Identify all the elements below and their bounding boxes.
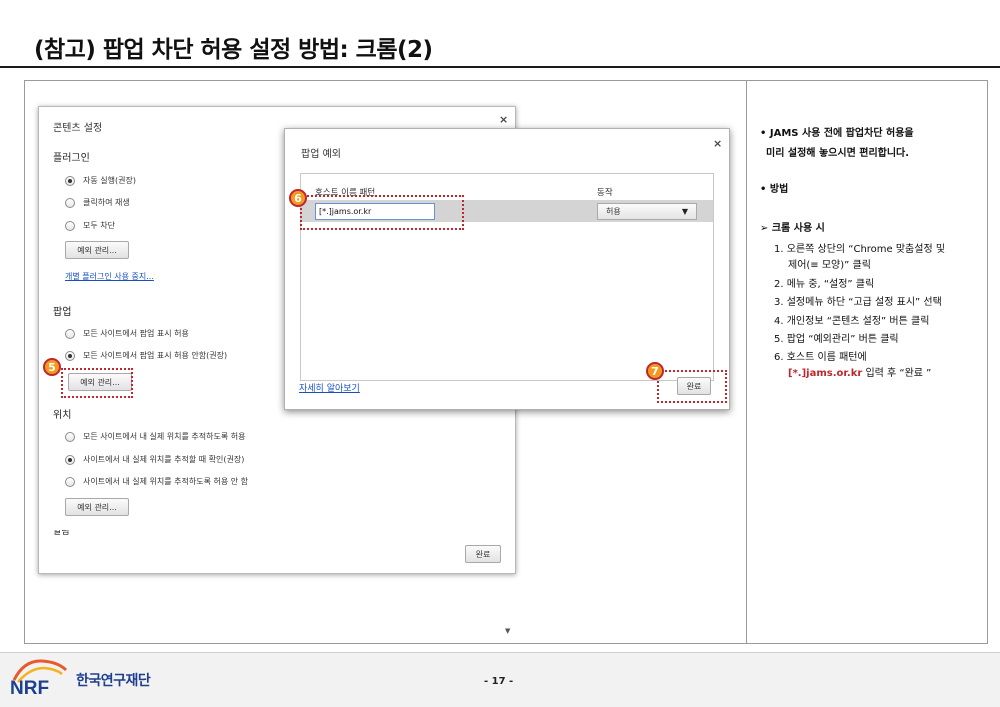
action-select[interactable]: 허용 ▼ [597, 203, 697, 220]
step-1-line-1: 1. 오른쪽 상단의 “Chrome 맞춤설정 및 [774, 244, 946, 255]
plugins-option-auto[interactable]: 자동 실행(권장) [65, 175, 136, 186]
highlight-host-pattern [300, 195, 464, 230]
disable-plugins-link[interactable]: 개별 플러그인 사용 중지... [65, 271, 154, 282]
popups-option-block-recommended[interactable]: 모든 사이트에서 팝업 표시 허용 안함(권장) [65, 350, 227, 361]
marker-badge-5: 5 [43, 358, 61, 376]
dropdown-arrow-icon: ▼ [681, 207, 688, 216]
step-6-line-1: 6. 호스트 이름 패턴에 [774, 352, 867, 363]
radio-icon [65, 476, 75, 487]
location-heading: 위치 [53, 410, 72, 421]
location-manage-exceptions-button[interactable]: 예외 관리... [65, 498, 129, 516]
chrome-heading: ➢ 크롬 사용 시 [760, 223, 825, 234]
marker-badge-6: 6 [289, 189, 307, 207]
page-number: - 17 - [484, 676, 514, 687]
location-option-ask[interactable]: 사이트에서 내 실제 위치를 추적할 때 확인(권장) [65, 454, 244, 465]
frame-divider [746, 80, 747, 644]
step-5: 5. 팝업 “예외관리” 버튼 클릭 [774, 334, 899, 345]
footer-divider [0, 652, 1000, 653]
radio-icon [65, 197, 75, 208]
popup-exceptions-title: 팝업 예외 [301, 149, 341, 160]
marker-badge-7: 7 [646, 362, 664, 380]
slide-title: (참고) 팝업 차단 허용 설정 방법: 크롬(2) [34, 37, 433, 63]
intro-line-1: • JAMS 사용 전에 팝업차단 허용을 [760, 128, 914, 139]
location-option-allow-all[interactable]: 모든 사이트에서 내 실제 위치를 추적하도록 허용 [65, 431, 245, 442]
scroll-down-icon[interactable]: ▼ [505, 627, 510, 635]
column-action: 동작 [597, 188, 613, 198]
highlight-manage-exceptions [61, 368, 133, 398]
organization-name: 한국연구재단 [76, 673, 151, 689]
highlight-done-button [657, 370, 727, 403]
content-settings-close-icon[interactable]: × [499, 113, 508, 126]
content-settings-done-button[interactable]: 완료 [465, 545, 501, 563]
radio-selected-icon [65, 454, 75, 465]
plugins-option-click-to-play[interactable]: 클릭하여 재생 [65, 197, 130, 208]
radio-selected-icon [65, 350, 75, 361]
logo-wordmark: NRF [10, 678, 49, 698]
step-6-line-2: [*.]jams.or.kr 입력 후 “완료 ” [788, 368, 932, 379]
step-3: 3. 설정메뉴 하단 “고급 설정 표시” 선택 [774, 297, 942, 308]
radio-selected-icon [65, 175, 75, 186]
content-settings-title: 콘텐츠 설정 [53, 123, 103, 134]
step-4: 4. 개인정보 “콘텐츠 설정” 버튼 클릭 [774, 316, 930, 327]
title-underline [0, 66, 1000, 68]
location-option-block[interactable]: 사이트에서 내 실제 위치를 추적하도록 허용 안 함 [65, 476, 248, 487]
intro-line-2: 미리 설정해 놓으시면 편리합니다. [766, 148, 910, 159]
popups-option-allow-all[interactable]: 모든 사이트에서 팝업 표시 허용 [65, 328, 189, 339]
plugins-manage-exceptions-button[interactable]: 예외 관리... [65, 241, 129, 259]
popup-exceptions-close-icon[interactable]: × [713, 137, 722, 150]
plugins-option-block-all[interactable]: 모두 차단 [65, 220, 115, 231]
learn-more-link[interactable]: 자세히 알아보기 [299, 381, 360, 394]
nrf-logo-icon: NRF [10, 659, 68, 698]
radio-icon [65, 431, 75, 442]
step-2: 2. 메뉴 중, “설정” 클릭 [774, 279, 875, 290]
host-pattern-highlight: [*.]jams.or.kr [788, 368, 863, 379]
radio-icon [65, 328, 75, 339]
method-heading: • 방법 [760, 184, 789, 195]
popups-heading: 팝업 [53, 307, 72, 318]
radio-icon [65, 220, 75, 231]
step-1-line-2: 제어(≡ 모양)” 클릭 [788, 260, 871, 271]
cut-off-heading: 알림 [53, 530, 70, 537]
plugins-heading: 플러그인 [53, 153, 90, 164]
